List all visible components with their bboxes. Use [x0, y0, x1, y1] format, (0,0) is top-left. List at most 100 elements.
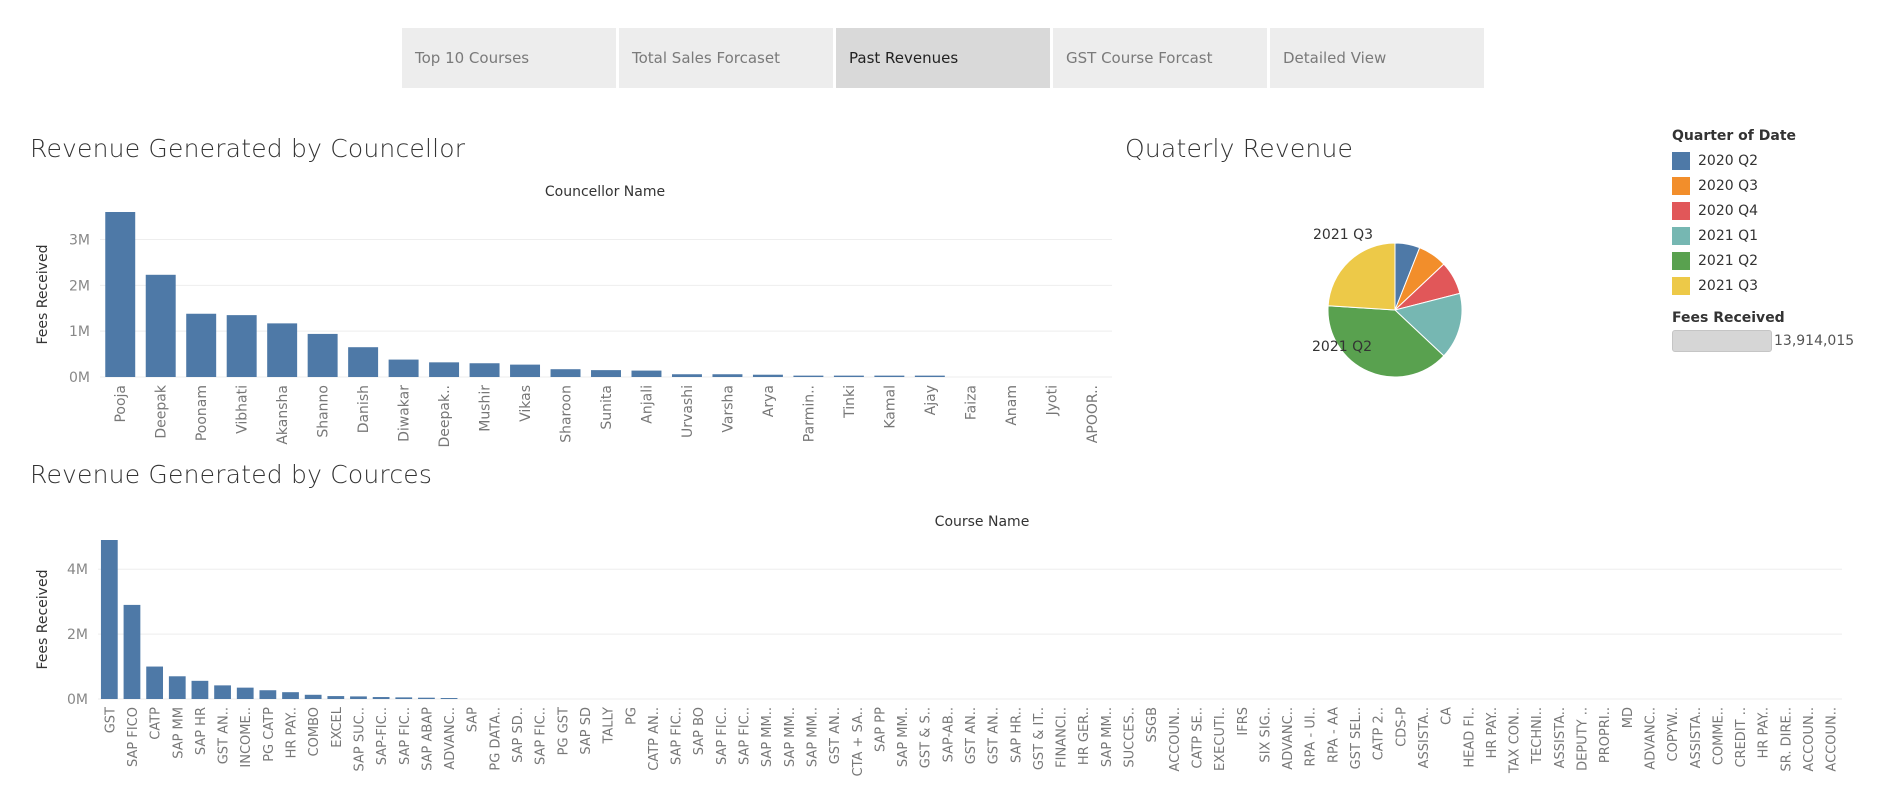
legend-label: 2020 Q4 — [1698, 202, 1759, 219]
bar — [372, 697, 390, 699]
x-tick-label: SAP MM.. — [805, 707, 820, 767]
legend-swatch — [1672, 251, 1690, 270]
x-tick-label: HEAD FI.. — [1462, 707, 1477, 768]
x-tick-label: PG CATP — [262, 707, 277, 762]
x-tick-label: SAP-AB.. — [941, 707, 956, 762]
legend-item[interactable]: 2020 Q2 — [1672, 148, 1872, 173]
x-tick-label: Vikas — [518, 385, 534, 422]
y-tick-label: 3M — [69, 233, 90, 249]
x-tick-label: SIX SIG.. — [1258, 707, 1273, 763]
x-tick-label: SAP FIC.. — [715, 707, 730, 765]
x-tick-label: CATP AN.. — [647, 707, 662, 771]
x-tick-label: SAP SUC.. — [352, 707, 367, 771]
dashboard-tabs: Top 10 Courses Total Sales Forcaset Past… — [402, 28, 1486, 88]
x-tick-label: ASSISTA.. — [1689, 707, 1704, 768]
tab-gst-course-forcast[interactable]: GST Course Forcast — [1053, 28, 1267, 88]
x-tick-label: SAP MM.. — [896, 707, 911, 767]
x-tick-label: RPA - UI.. — [1304, 707, 1319, 767]
bar — [105, 212, 136, 377]
pie-label: 2021 Q3 — [1313, 227, 1373, 243]
bar — [191, 680, 209, 699]
x-tick-label: SAP ABAP — [420, 707, 435, 771]
x-tick-label: COMME.. — [1711, 707, 1726, 765]
x-tick-label: ACCOUN.. — [1825, 707, 1840, 772]
courses-chart-title: Revenue Generated by Cources — [30, 460, 433, 489]
x-tick-label: SAP BO — [692, 707, 707, 755]
bar — [146, 666, 164, 699]
counsellor-bar-chart: Fees Received Councellor Name 0M 1M 2M 3M Pooj… — [35, 184, 1112, 447]
bar — [429, 362, 460, 377]
legend-swatch — [1672, 276, 1690, 295]
x-tick-label: ASSISTA.. — [1417, 707, 1432, 768]
bar — [236, 687, 254, 699]
x-tick-label: EXECUTI.. — [1213, 707, 1228, 771]
x-tick-label: SAP MM — [171, 707, 186, 759]
bar — [793, 375, 824, 377]
legend-item[interactable]: 2020 Q4 — [1672, 198, 1872, 223]
bar — [440, 698, 458, 699]
bar — [226, 315, 257, 377]
fees-received-value: 13,914,015 — [1774, 333, 1855, 349]
x-tick-label: Kamal — [882, 385, 898, 429]
y-axis-title: Fees Received — [35, 570, 51, 670]
x-tick-label: SUCCES.. — [1123, 707, 1138, 768]
pie-chart-title: Quaterly Revenue — [1125, 134, 1354, 163]
x-tick-label: CA — [1440, 707, 1455, 725]
x-tick-label: Faiza — [963, 385, 979, 420]
y-tick-label: 2M — [67, 627, 88, 643]
bar — [469, 363, 500, 377]
bar — [388, 359, 419, 377]
x-tick-label: SAP FIC.. — [398, 707, 413, 765]
x-tick-label: GST AN.. — [828, 707, 843, 764]
x-tick-label: Diwakar — [397, 385, 413, 442]
x-tick-label: HR GER.. — [1077, 707, 1092, 765]
x-tick-label: Sharoon — [559, 385, 575, 443]
x-tick-label: Anam — [1004, 385, 1020, 426]
x-tick-label: SAP PP — [873, 707, 888, 752]
x-tick-label: Sunita — [599, 385, 615, 430]
bar — [752, 374, 783, 377]
x-tick-label: SAP SD.. — [511, 707, 526, 763]
legend-swatch — [1672, 151, 1690, 170]
x-axis-title: Councellor Name — [545, 184, 665, 200]
x-tick-label: Parmin.. — [801, 385, 817, 442]
x-tick-label: SAP MM.. — [1100, 707, 1115, 767]
x-tick-label: Mushir — [478, 385, 494, 432]
x-tick-label: CDS-P — [1394, 707, 1409, 747]
bar — [671, 374, 702, 377]
legend-item[interactable]: 2021 Q1 — [1672, 223, 1872, 248]
x-tick-label: GST AN.. — [217, 707, 232, 764]
x-tick-label: Deepak.. — [437, 385, 453, 447]
bar — [631, 370, 662, 377]
bar — [874, 375, 905, 377]
x-tick-label: SAP FICO — [126, 707, 141, 767]
x-tick-label: EXCEL — [330, 706, 345, 747]
x-tick-label: CATP SE.. — [1190, 707, 1205, 769]
x-tick-label: CATP 2.. — [1372, 707, 1387, 760]
x-tick-label: ASSISTA.. — [1553, 707, 1568, 768]
x-tick-label: SAP MM.. — [760, 707, 775, 767]
bar — [712, 374, 743, 377]
x-tick-label: FINANCI.. — [1055, 707, 1070, 768]
x-tick-label: ADVANC.. — [443, 707, 458, 770]
tab-total-sales-forcaset[interactable]: Total Sales Forcaset — [619, 28, 833, 88]
x-tick-label: SAP FIC.. — [534, 707, 549, 765]
bar — [418, 697, 435, 699]
counsellor-chart-title: Revenue Generated by Councellor — [30, 134, 466, 163]
legend-swatch — [1672, 226, 1690, 245]
tab-top-10-courses[interactable]: Top 10 Courses — [402, 28, 616, 88]
x-tick-label: Danish — [356, 385, 372, 433]
legend-item[interactable]: 2020 Q3 — [1672, 173, 1872, 198]
legend-label: 2020 Q3 — [1698, 177, 1759, 194]
legend-item[interactable]: 2021 Q3 — [1672, 273, 1872, 298]
tab-detailed-view[interactable]: Detailed View — [1270, 28, 1484, 88]
tab-past-revenues[interactable]: Past Revenues — [836, 28, 1050, 88]
x-tick-label: Shanno — [316, 385, 332, 438]
x-tick-label: TECHNI.. — [1530, 707, 1545, 765]
bar — [304, 694, 322, 699]
fees-received-size-legend: 13,914,015 — [1672, 330, 1872, 352]
legend-label: 2021 Q3 — [1698, 277, 1759, 294]
legend-item[interactable]: 2021 Q2 — [1672, 248, 1872, 273]
x-tick-label: Jyoti — [1044, 385, 1060, 416]
x-tick-label: HR PAY.. — [1485, 707, 1500, 758]
